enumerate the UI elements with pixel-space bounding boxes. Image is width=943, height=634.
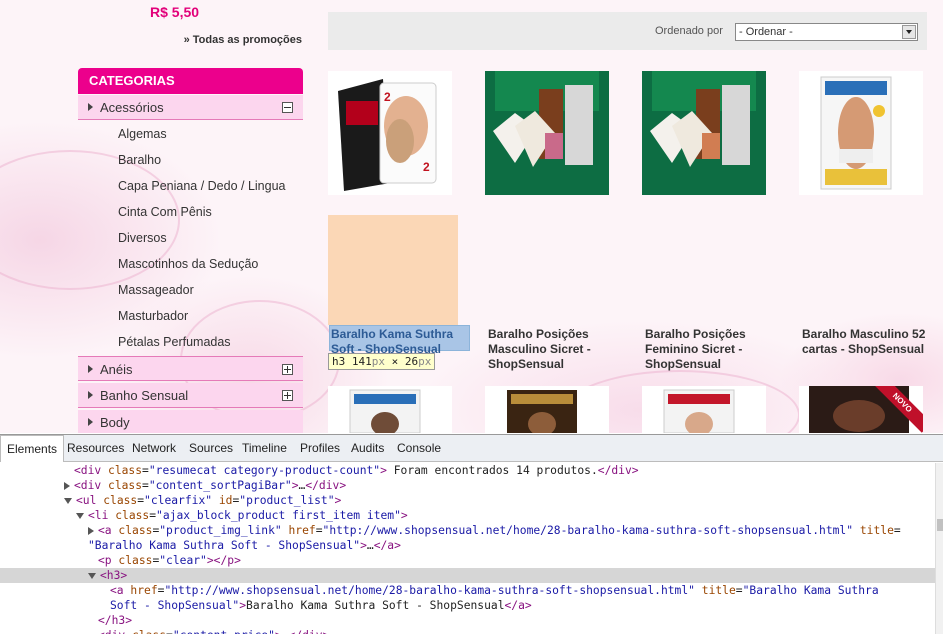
subcategory-link[interactable]: Massageador (118, 283, 194, 297)
subcategory-link[interactable]: Cinta Com Pênis (118, 205, 212, 219)
product-image[interactable]: 2 2 (328, 71, 452, 195)
tooltip-tag: h3 (332, 355, 346, 368)
dom-node-continuation: Soft - ShopSensual">Baralho Kama Suthra … (110, 599, 532, 612)
subcategory-link[interactable]: Pétalas Perfumadas (118, 335, 231, 349)
product-thumbnail (507, 390, 577, 433)
devtools-panel: Elements Resources Network Sources Timel… (0, 434, 943, 634)
devtools-scrollbar[interactable] (935, 463, 943, 634)
product-image[interactable] (328, 386, 452, 433)
product-image[interactable] (642, 71, 766, 195)
expand-node-icon[interactable] (64, 482, 70, 490)
expand-node-icon[interactable] (88, 527, 94, 535)
subcategory-link[interactable]: Mascotinhos da Sedução (118, 257, 258, 271)
subcategory-link[interactable]: Algemas (118, 127, 167, 141)
dom-node-continuation: "Baralho Kama Suthra Soft - ShopSensual"… (88, 539, 401, 552)
arrow-right-icon (88, 103, 93, 111)
devtools-tabbar: Elements Resources Network Sources Timel… (0, 435, 943, 462)
tooltip-height: 26 (404, 355, 419, 368)
tab-resources[interactable]: Resources (61, 435, 130, 462)
subcategory-link[interactable]: Baralho (118, 153, 161, 167)
product-image[interactable] (485, 386, 609, 433)
subcategory-link[interactable]: Diversos (118, 231, 167, 245)
categories-header: CATEGORIAS (78, 68, 303, 94)
tooltip-sep: × (391, 355, 399, 368)
all-promotions-link[interactable]: » Todas as promoções (184, 34, 302, 46)
dom-node[interactable]: <ul class="clearfix" id="product_list"> (0, 493, 935, 508)
promo-price: R$ 5,50 (150, 4, 200, 20)
collapse-node-icon[interactable] (64, 498, 72, 504)
tooltip-unit: px (418, 355, 432, 368)
tab-network[interactable]: Network (126, 435, 182, 462)
dom-node[interactable]: <a class="product_img_link" href="http:/… (0, 523, 935, 538)
product-image[interactable]: NOVO (799, 386, 923, 433)
chevron-down-icon (902, 25, 916, 39)
subcategory-link[interactable]: Capa Peniana / Dedo / Lingua (118, 179, 286, 193)
dom-node[interactable]: <div class="content_price">…</div> (0, 628, 935, 634)
product-title[interactable]: Baralho Posições Masculino Sicret - Shop… (488, 327, 628, 372)
sort-label: Ordenado por (655, 25, 723, 37)
dom-node[interactable]: </h3> (0, 613, 935, 628)
product-image[interactable] (485, 71, 609, 195)
masculine-positions-deck-image (485, 71, 609, 195)
arrow-right-icon (88, 365, 93, 373)
product-title[interactable]: Baralho Posições Feminino Sicret - ShopS… (645, 327, 785, 372)
dom-tree[interactable]: <div class="resumecat category-product-c… (0, 462, 943, 634)
category-label: Banho Sensual (100, 388, 189, 403)
category-banho-sensual[interactable]: Banho Sensual (78, 383, 303, 408)
dom-node[interactable]: <li class="ajax_block_product first_item… (0, 508, 935, 523)
dom-node[interactable]: <a href="http://www.shopsensual.net/home… (0, 583, 935, 598)
category-aneis[interactable]: Anéis (78, 356, 303, 381)
category-body[interactable]: Body (78, 410, 303, 433)
expand-icon[interactable] (282, 364, 293, 375)
category-label: Anéis (100, 362, 133, 377)
tab-sources[interactable]: Sources (183, 435, 239, 462)
masculine-52-deck-image (799, 71, 923, 195)
collapse-icon[interactable] (282, 102, 293, 113)
sort-selected-value: - Ordenar - (739, 26, 793, 38)
scroll-thumb[interactable] (937, 519, 943, 531)
collapse-node-icon[interactable] (88, 573, 96, 579)
subcategory-link[interactable]: Masturbador (118, 309, 188, 323)
arrow-right-icon (88, 418, 93, 426)
tooltip-width: 141 (351, 355, 372, 368)
category-label: Body (100, 415, 130, 430)
tab-console[interactable]: Console (391, 435, 447, 462)
product-thumbnail (349, 389, 421, 433)
svg-text:2: 2 (423, 160, 430, 174)
category-label: Acessórios (100, 100, 164, 115)
tooltip-unit: px (371, 355, 385, 368)
dom-node[interactable]: <p class="clear"></p> (0, 553, 935, 568)
inspect-size-tooltip: h3 141px × 26px (328, 353, 436, 370)
dom-node[interactable]: <div class="resumecat category-product-c… (0, 463, 935, 478)
product-thumbnail (663, 389, 735, 433)
category-acessorios[interactable]: Acessórios (78, 95, 303, 120)
sort-bar: Ordenado por - Ordenar - (328, 12, 927, 50)
tab-elements[interactable]: Elements (0, 435, 65, 462)
dom-node-selected[interactable]: <h3> (0, 568, 935, 583)
product-title[interactable]: Baralho Masculino 52 cartas - ShopSensua… (802, 327, 942, 357)
arrow-right-icon (88, 391, 93, 399)
sort-select[interactable]: - Ordenar - (735, 23, 918, 41)
tab-audits[interactable]: Audits (345, 435, 390, 462)
tab-timeline[interactable]: Timeline (236, 435, 293, 462)
product-image[interactable] (642, 386, 766, 433)
product-image[interactable] (799, 71, 923, 195)
web-page: R$ 5,50 » Todas as promoções CATEGORIAS … (0, 0, 943, 433)
inspected-product-box (328, 215, 458, 325)
svg-text:2: 2 (384, 90, 391, 104)
dom-node[interactable]: <div class="content_sortPagiBar">…</div> (0, 478, 935, 493)
tab-profiles[interactable]: Profiles (294, 435, 346, 462)
kama-sutra-deck-image: 2 2 (328, 71, 452, 195)
feminine-positions-deck-image (642, 71, 766, 195)
expand-icon[interactable] (282, 390, 293, 401)
collapse-node-icon[interactable] (76, 513, 84, 519)
